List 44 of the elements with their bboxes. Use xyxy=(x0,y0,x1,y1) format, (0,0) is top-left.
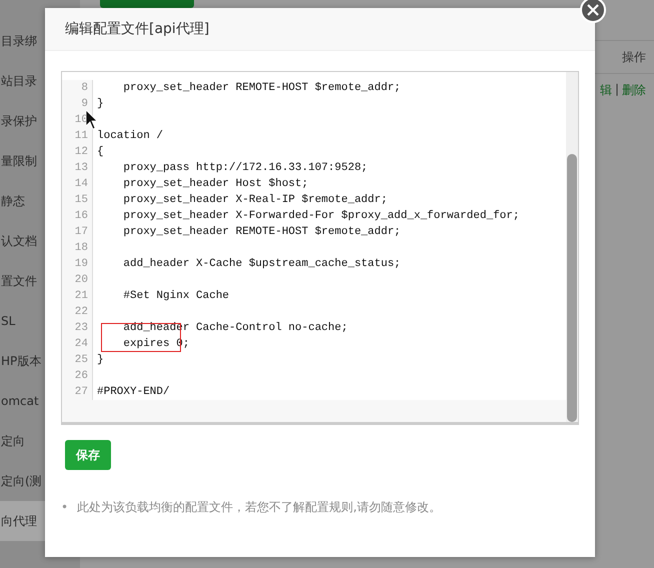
line-number: 12 xyxy=(62,144,93,160)
delete-link[interactable]: 删除 xyxy=(622,82,646,99)
sidebar-item[interactable]: 认文档 xyxy=(0,221,45,261)
sidebar-item[interactable]: HP版本 xyxy=(0,341,45,381)
sidebar-item[interactable]: 置文件 xyxy=(0,261,45,301)
code-editor[interactable] xyxy=(61,71,579,425)
line-number: 18 xyxy=(62,240,93,256)
dialog-title: 编辑配置文件[api代理] xyxy=(45,8,595,51)
line-number: 13 xyxy=(62,160,93,176)
line-number: 24 xyxy=(62,336,93,352)
line-number: 23 xyxy=(62,320,93,336)
line-number: 14 xyxy=(62,176,93,192)
line-number: 27 xyxy=(62,384,93,400)
sidebar-item[interactable]: 站目录 xyxy=(0,61,45,101)
line-number: 11 xyxy=(62,128,93,144)
sidebar-item[interactable]: omcat xyxy=(0,381,45,421)
line-number: 25 xyxy=(62,352,93,368)
line-number: 20 xyxy=(62,272,93,288)
edit-link[interactable]: 辑 xyxy=(600,82,612,99)
save-button[interactable]: 保存 xyxy=(65,440,111,470)
sidebar-item[interactable]: SL xyxy=(0,301,45,341)
sidebar-item[interactable]: 量限制 xyxy=(0,141,45,181)
close-button[interactable] xyxy=(580,0,606,23)
bullet: • xyxy=(61,499,68,516)
line-number: 22 xyxy=(62,304,93,320)
sidebar-item[interactable]: 向代理 xyxy=(0,501,45,541)
line-number: 9 xyxy=(62,96,93,112)
note-text: 此处为该负载均衡的配置文件，若您不了解配置规则,请勿随意修改。 xyxy=(77,499,441,516)
line-number: 16 xyxy=(62,208,93,224)
sidebar-item[interactable]: 定向(测 xyxy=(0,461,45,501)
sidebar-item[interactable]: 目录绑 xyxy=(0,21,45,61)
separator: | xyxy=(614,82,619,98)
sidebar-item[interactable]: 录保护 xyxy=(0,101,45,141)
line-number: 26 xyxy=(62,368,93,384)
line-number: 8 xyxy=(62,80,93,96)
line-number: 21 xyxy=(62,288,93,304)
close-icon xyxy=(587,4,599,16)
scrollbar-thumb[interactable] xyxy=(567,154,577,422)
sidebar-item[interactable]: 定向 xyxy=(0,421,45,461)
line-number: 17 xyxy=(62,224,93,240)
sidebar-item[interactable]: 静态 xyxy=(0,181,45,221)
line-number: 15 xyxy=(62,192,93,208)
pointer-icon xyxy=(86,110,98,130)
line-number: 19 xyxy=(62,256,93,272)
